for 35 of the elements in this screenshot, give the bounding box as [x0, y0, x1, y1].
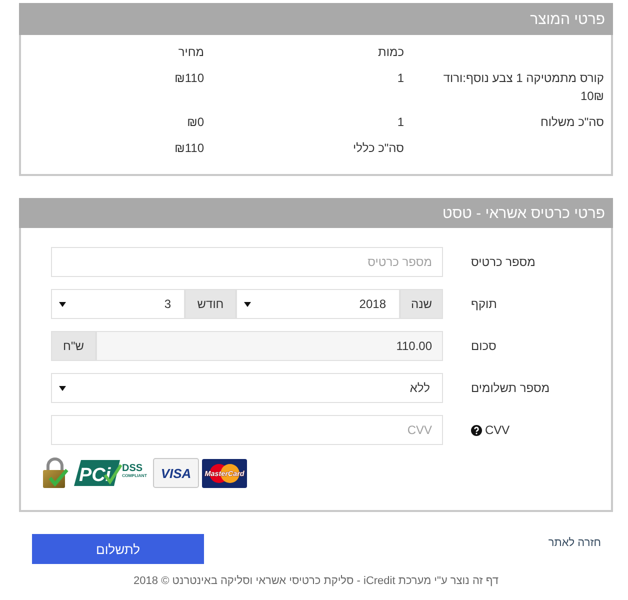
input-field[interactable]: CVV: [51, 415, 443, 445]
year-select[interactable]: 2018: [236, 289, 400, 319]
footer-text: דף זה נוצר ע"י מערכת iCredit - סליקת כרטיסי אשראי וסליקה באינטרנט © 2018: [134, 574, 498, 589]
back-to-site-link[interactable]: חזרה לאתר: [548, 535, 601, 551]
caret-icon: [59, 302, 66, 306]
table-cell-text: 1: [396, 114, 405, 131]
visa-logo: VISA: [153, 458, 199, 488]
currency-addon: ש"ח: [51, 331, 96, 361]
field-label: מספר כרטיס: [471, 255, 536, 269]
input-addon: חודש: [185, 289, 236, 319]
panel-title: פרטי כרטיס אשראי - טסט: [19, 198, 613, 228]
help-icon[interactable]: [471, 424, 482, 436]
padlock-icon: [41, 457, 69, 489]
field-label: תוקף: [471, 297, 497, 311]
input-addon: שנה: [400, 289, 443, 319]
table-cell-text: סה"כ משלוח: [539, 114, 605, 131]
table-cell-text: ₪110: [174, 70, 205, 87]
pay-button[interactable]: לתשלום: [32, 534, 204, 564]
installments-select[interactable]: ללא: [51, 373, 443, 403]
total-price: ₪110: [174, 140, 205, 157]
table-cell-text: קורס מתמטיקה 1 צבע נוסף:ורוד 10₪: [442, 70, 605, 105]
table-cell-text: ₪0: [186, 114, 205, 131]
total-label: סה"כ כללי: [352, 140, 405, 157]
caret-icon: [244, 302, 251, 306]
column-header: מחיר: [177, 44, 205, 61]
field-label: CVV: [485, 423, 510, 437]
input-field[interactable]: מספר כרטיס: [51, 247, 443, 277]
amount-field[interactable]: 110.00: [96, 331, 443, 361]
field-label: מספר תשלומים: [471, 381, 550, 395]
month-select[interactable]: 3: [51, 289, 185, 319]
table-cell-text: 1: [396, 70, 405, 87]
caret-icon: [59, 386, 66, 390]
field-label: סכום: [471, 339, 496, 353]
panel-title: פרטי המוצר: [19, 3, 613, 35]
column-header: כמות: [377, 44, 405, 61]
